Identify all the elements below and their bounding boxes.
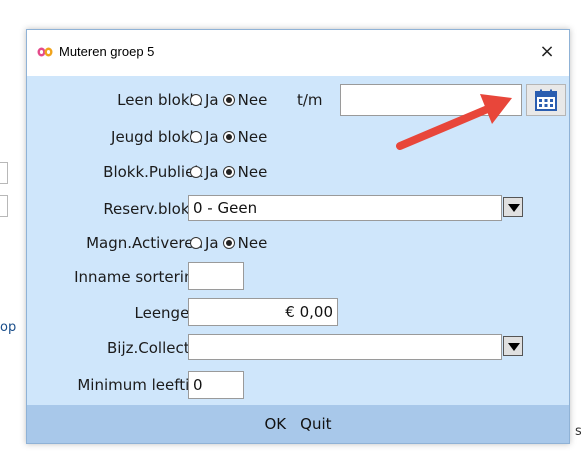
- label-minimum-leeftijd: Minimum leeftijd: [77, 376, 203, 394]
- close-button[interactable]: ×: [535, 40, 559, 64]
- ok-button[interactable]: OK: [264, 415, 286, 433]
- radio-label-ja: Ja: [205, 128, 219, 146]
- radio-nee[interactable]: [222, 166, 235, 178]
- radio-option-ja[interactable]: Ja: [190, 91, 219, 109]
- dialog-title: Muteren groep 5: [59, 44, 155, 59]
- calendar-button[interactable]: [526, 84, 566, 116]
- butterfly-logo-icon: [37, 47, 53, 57]
- input-inname-sortering[interactable]: [188, 262, 244, 290]
- radio-label-ja: Ja: [205, 234, 219, 252]
- dialog-footer: OK Quit: [27, 405, 569, 443]
- radio-nee[interactable]: [222, 94, 235, 106]
- dropdown-arrow-icon[interactable]: [503, 197, 523, 217]
- select-value: 0 - Geen: [193, 199, 258, 217]
- dropdown-arrow-icon[interactable]: [503, 336, 523, 356]
- background-field: [0, 195, 8, 217]
- label-blokk-publiek: Blokk.Publiek: [103, 163, 203, 181]
- radio-option-nee[interactable]: Nee: [222, 128, 268, 146]
- background-text-fragment: s: [575, 424, 581, 439]
- quit-button[interactable]: Quit: [300, 415, 331, 433]
- radio-ja[interactable]: [190, 166, 202, 178]
- radio-group-jeugd-blokk: Ja Nee: [190, 128, 271, 146]
- background-text-fragment: op: [0, 320, 17, 335]
- radio-ja[interactable]: [190, 94, 202, 106]
- radio-option-nee[interactable]: Nee: [222, 163, 268, 181]
- radio-option-ja[interactable]: Ja: [190, 163, 219, 181]
- radio-label-ja: Ja: [205, 163, 219, 181]
- label-inname-sortering: Inname sortering: [74, 268, 203, 286]
- radio-ja[interactable]: [190, 131, 202, 143]
- input-minimum-leeftijd[interactable]: 0: [188, 371, 244, 399]
- label-magn-activeren: Magn.Activeren: [86, 234, 203, 252]
- radio-group-magn-activeren: Ja Nee: [190, 234, 271, 252]
- dialog-muteren-groep: Muteren groep 5 × Leen blokk. Ja Nee t/m…: [26, 29, 570, 444]
- background-field: [0, 162, 8, 184]
- radio-label-nee: Nee: [237, 234, 268, 252]
- radio-label-nee: Nee: [237, 128, 268, 146]
- radio-option-ja[interactable]: Ja: [190, 128, 219, 146]
- select-reserv-blokk[interactable]: 0 - Geen: [188, 195, 502, 221]
- date-input-tm[interactable]: [340, 84, 522, 116]
- radio-option-nee[interactable]: Nee: [222, 91, 268, 109]
- radio-label-ja: Ja: [205, 91, 219, 109]
- select-bijz-collectie[interactable]: [188, 334, 502, 360]
- radio-label-nee: Nee: [237, 163, 268, 181]
- radio-option-ja[interactable]: Ja: [190, 234, 219, 252]
- radio-ja[interactable]: [190, 237, 202, 249]
- radio-nee[interactable]: [222, 131, 235, 143]
- dialog-titlebar: Muteren groep 5 ×: [27, 30, 569, 76]
- radio-option-nee[interactable]: Nee: [222, 234, 268, 252]
- radio-group-leen-blokk: Ja Nee: [190, 91, 271, 109]
- radio-group-blokk-publiek: Ja Nee: [190, 163, 271, 181]
- input-leengeld[interactable]: € 0,00: [188, 298, 338, 326]
- label-tm: t/m: [297, 91, 323, 109]
- radio-nee[interactable]: [222, 237, 235, 249]
- radio-label-nee: Nee: [237, 91, 268, 109]
- calendar-icon: [535, 89, 557, 111]
